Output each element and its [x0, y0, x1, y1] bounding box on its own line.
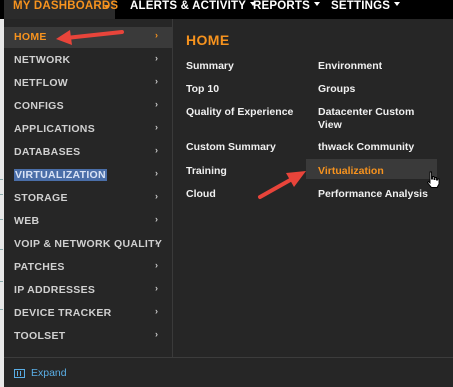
menu-category-label: CONFIGS: [14, 100, 64, 112]
chevron-right-icon: ›: [155, 53, 159, 63]
menu-category-storage[interactable]: STORAGE ›: [4, 188, 173, 209]
menu-category-netflow[interactable]: NETFLOW ›: [4, 73, 173, 94]
expand-icon[interactable]: [14, 369, 25, 378]
menu-category-label: PATCHES: [14, 261, 65, 273]
menu-category-label: DATABASES: [14, 146, 81, 158]
menu-category-label: STORAGE: [14, 192, 68, 204]
menu-category-patches[interactable]: PATCHES ›: [4, 257, 173, 278]
tab-reports-label: REPORTS: [253, 0, 310, 12]
home-submenu-panel: HOME Summary Top 10 Quality of Experienc…: [174, 19, 453, 357]
tab-my-dashboards-label: MY DASHBOARDS: [13, 0, 119, 12]
chevron-right-icon: ›: [155, 260, 159, 270]
menu-category-list: HOME › NETWORK › NETFLOW › CONFIGS › APP…: [4, 19, 173, 357]
submenu-title: HOME: [186, 32, 230, 48]
link-thwack-community[interactable]: thwack Community: [318, 141, 414, 154]
link-top-10[interactable]: Top 10: [186, 83, 219, 96]
top-navigation-bar: MY DASHBOARDS ALERTS & ACTIVITY REPORTS …: [0, 0, 453, 19]
menu-category-network[interactable]: NETWORK ›: [4, 50, 173, 71]
chevron-right-icon: ›: [155, 214, 159, 224]
tab-my-dashboards[interactable]: MY DASHBOARDS: [4, 0, 119, 19]
dashboards-mega-menu: HOME › NETWORK › NETFLOW › CONFIGS › APP…: [4, 19, 453, 387]
menu-category-databases[interactable]: DATABASES ›: [4, 142, 173, 163]
menu-footer: Expand: [4, 357, 453, 387]
chevron-right-icon: ›: [155, 122, 159, 132]
link-datacenter-custom-view[interactable]: Datacenter Custom View: [318, 106, 414, 132]
tab-alerts-activity[interactable]: ALERTS & ACTIVITY: [130, 0, 257, 19]
link-virtualization[interactable]: Virtualization: [318, 165, 384, 178]
chevron-right-icon: ›: [155, 168, 159, 178]
menu-category-label: NETFLOW: [14, 77, 69, 89]
menu-category-device-tracker[interactable]: DEVICE TRACKER ›: [4, 303, 173, 324]
link-quality-of-experience[interactable]: Quality of Experience: [186, 106, 293, 119]
menu-category-home[interactable]: HOME ›: [4, 27, 173, 48]
menu-category-label: VOIP & NETWORK QUALITY: [14, 238, 163, 250]
expand-link[interactable]: Expand: [31, 367, 67, 379]
chevron-right-icon: ›: [155, 191, 159, 201]
chevron-right-icon: ›: [155, 145, 159, 155]
tab-settings-label: SETTINGS: [331, 0, 391, 12]
menu-category-label: WEB: [14, 215, 40, 227]
link-groups[interactable]: Groups: [318, 83, 355, 96]
chevron-right-icon: ›: [155, 283, 159, 293]
chevron-right-icon: ›: [155, 30, 159, 40]
menu-category-voip-network-quality[interactable]: VOIP & NETWORK QUALITY ›: [4, 234, 173, 255]
chevron-down-icon: [104, 5, 110, 9]
chevron-right-icon: ›: [155, 329, 159, 339]
link-custom-summary[interactable]: Custom Summary: [186, 141, 276, 154]
menu-category-label: DEVICE TRACKER: [14, 307, 112, 319]
link-datacenter-custom-view-line2: View: [318, 119, 342, 131]
link-cloud[interactable]: Cloud: [186, 188, 216, 201]
link-summary[interactable]: Summary: [186, 60, 234, 73]
menu-category-label: NETWORK: [14, 54, 71, 66]
link-environment[interactable]: Environment: [318, 60, 382, 73]
chevron-right-icon: ›: [155, 76, 159, 86]
chevron-down-icon: [314, 1, 320, 6]
menu-category-label: IP ADDRESSES: [14, 284, 96, 296]
menu-category-applications[interactable]: APPLICATIONS ›: [4, 119, 173, 140]
menu-category-configs[interactable]: CONFIGS ›: [4, 96, 173, 117]
menu-category-label: TOOLSET: [14, 330, 66, 342]
chevron-right-icon: ›: [155, 306, 159, 316]
menu-category-virtualization[interactable]: VIRTUALIZATION ›: [4, 165, 173, 186]
tab-reports[interactable]: REPORTS: [253, 0, 320, 19]
menu-category-web[interactable]: WEB ›: [4, 211, 173, 232]
tab-settings[interactable]: SETTINGS: [331, 0, 401, 19]
tab-alerts-activity-label: ALERTS & ACTIVITY: [130, 0, 247, 12]
menu-category-label: APPLICATIONS: [14, 123, 95, 135]
menu-category-toolset[interactable]: TOOLSET ›: [4, 326, 173, 347]
menu-category-label: HOME: [14, 31, 47, 43]
hand-cursor-icon: [426, 171, 440, 188]
link-training[interactable]: Training: [186, 165, 227, 178]
chevron-down-icon: [394, 1, 401, 6]
link-datacenter-custom-view-line1: Datacenter Custom: [318, 106, 415, 118]
chevron-right-icon: ›: [155, 99, 159, 109]
chevron-right-icon: ›: [155, 237, 159, 247]
menu-category-label: VIRTUALIZATION: [14, 169, 107, 181]
link-performance-analysis[interactable]: Performance Analysis: [318, 188, 428, 201]
menu-category-ip-addresses[interactable]: IP ADDRESSES ›: [4, 280, 173, 301]
